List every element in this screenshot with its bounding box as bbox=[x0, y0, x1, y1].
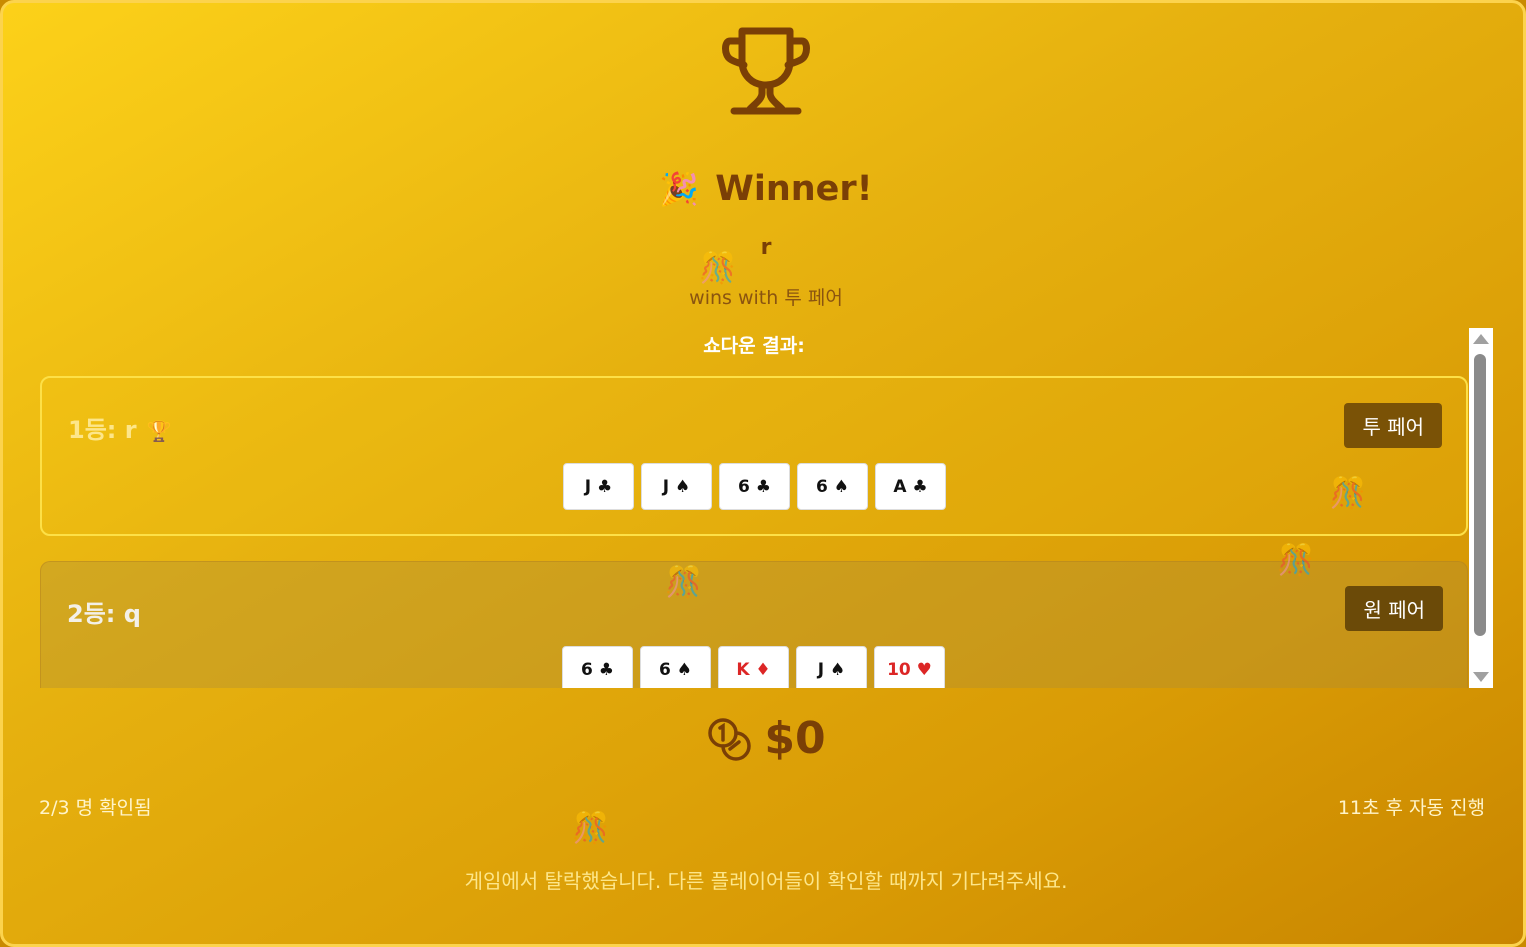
confetti-icon: 🎊 bbox=[1329, 476, 1367, 511]
results-scrollbar[interactable] bbox=[1469, 328, 1493, 688]
rank-label: 1등: r bbox=[68, 416, 137, 444]
playing-card: 10 ♥ bbox=[874, 646, 945, 688]
scroll-down-arrow-icon[interactable] bbox=[1473, 672, 1489, 682]
winner-name: r bbox=[760, 235, 772, 260]
player-cards: J ♣ J ♠ 6 ♣ 6 ♠ A ♣ bbox=[563, 463, 946, 510]
winning-hand-text: wins with 투 페어 bbox=[689, 287, 843, 309]
playing-card: 6 ♣ bbox=[719, 463, 790, 510]
playing-card: 6 ♣ bbox=[562, 646, 633, 688]
winner-title-row: 🎉 Winner! bbox=[3, 169, 1523, 209]
playing-card: J ♠ bbox=[641, 463, 712, 510]
party-popper-icon: 🎉 bbox=[659, 170, 700, 208]
hand-rank-badge: 원 페어 bbox=[1345, 586, 1443, 631]
result-card-rank-1: 1등: r 🏆 투 페어 J ♣ J ♠ 6 ♣ 6 ♠ A ♣ bbox=[40, 376, 1468, 536]
scroll-up-arrow-icon[interactable] bbox=[1473, 334, 1489, 344]
trophy-medal-icon: 🏆 bbox=[146, 419, 172, 443]
pot-display: $0 bbox=[3, 713, 1523, 764]
rank-label: 2등: q bbox=[67, 600, 141, 628]
eliminated-message: 게임에서 탈락했습니다. 다른 플레이어들이 확인할 때까지 기다려주세요. bbox=[464, 869, 1068, 893]
showdown-results-list[interactable]: 1등: r 🏆 투 페어 J ♣ J ♠ 6 ♣ 6 ♠ A ♣ 2등: q 원 … bbox=[39, 328, 1493, 688]
confetti-icon: 🎊 bbox=[572, 811, 610, 846]
playing-card: A ♣ bbox=[875, 463, 946, 510]
pot-amount: $0 bbox=[764, 713, 826, 764]
playing-card: 6 ♠ bbox=[640, 646, 711, 688]
result-card-rank-2: 2등: q 원 페어 6 ♣ 6 ♠ K ♦ J ♠ 10 ♥ bbox=[40, 561, 1468, 688]
winner-title: Winner! bbox=[715, 169, 873, 209]
confetti-icon: 🎊 bbox=[665, 565, 703, 600]
confetti-icon: 🎊 bbox=[699, 251, 737, 286]
scrollbar-thumb[interactable] bbox=[1474, 354, 1486, 636]
coins-icon bbox=[708, 717, 752, 761]
playing-card: J ♣ bbox=[563, 463, 634, 510]
player-cards: 6 ♣ 6 ♠ K ♦ J ♠ 10 ♥ bbox=[562, 646, 945, 688]
auto-advance-timer: 11초 후 자동 진행 bbox=[1337, 797, 1485, 819]
confetti-icon: 🎊 bbox=[1277, 543, 1315, 578]
playing-card: 6 ♠ bbox=[797, 463, 868, 510]
playing-card: J ♠ bbox=[796, 646, 867, 688]
hand-rank-badge: 투 페어 bbox=[1344, 403, 1442, 448]
playing-card: K ♦ bbox=[718, 646, 789, 688]
confirmed-count: 2/3 명 확인됨 bbox=[39, 797, 152, 819]
winner-modal: 🎉 Winner! r wins with 투 페어 쇼다운 결과: 1등: r… bbox=[0, 0, 1526, 947]
trophy-icon bbox=[722, 27, 810, 115]
